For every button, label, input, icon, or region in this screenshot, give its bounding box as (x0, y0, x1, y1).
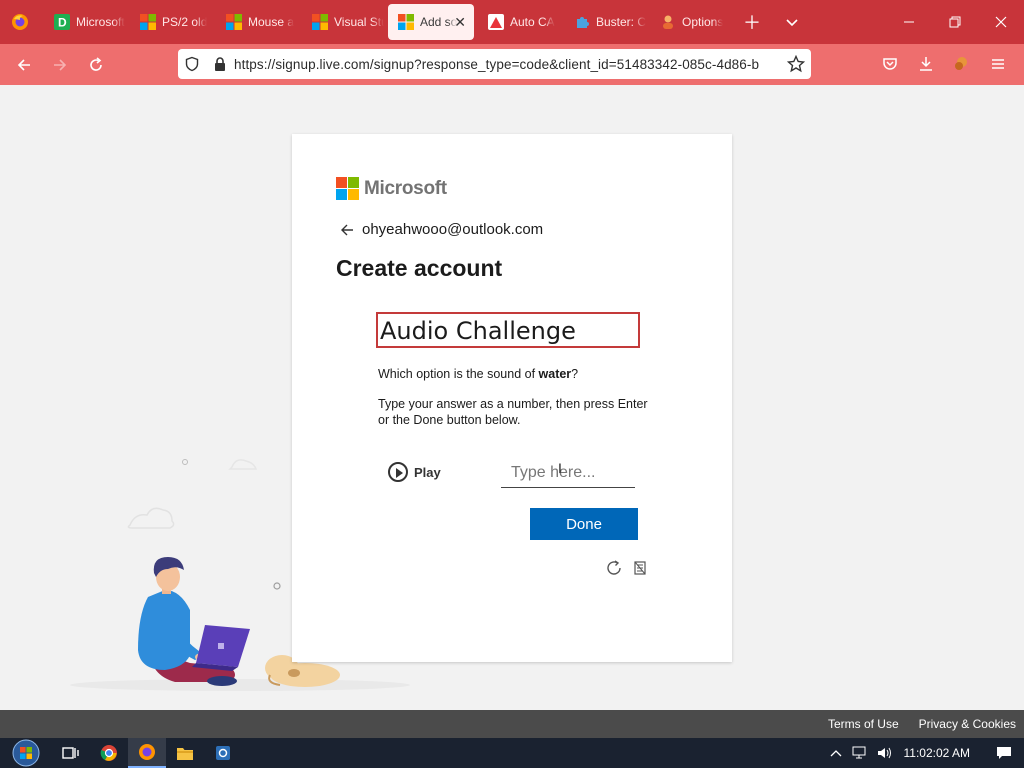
tab-label: Microsoft (76, 15, 125, 29)
list-tabs-chevron-down-icon[interactable] (772, 0, 812, 44)
start-button-windows-icon[interactable] (0, 738, 52, 768)
file-explorer-icon[interactable] (166, 738, 204, 768)
identity-banner[interactable]: ohyeahwooo@outlook.com (340, 221, 543, 238)
puzzle-icon (574, 14, 590, 30)
tab-label: Mouse a (248, 15, 295, 29)
page-footer: Terms of Use Privacy & Cookies (0, 710, 1024, 738)
windows-taskbar: 11:02:02 AM (0, 738, 1024, 768)
close-tab-icon[interactable]: ✕ (454, 14, 466, 31)
tab-mouse[interactable]: Mouse a (216, 4, 298, 40)
play-icon (388, 462, 408, 482)
terms-of-use-link[interactable]: Terms of Use (828, 717, 899, 731)
url-text[interactable]: https://signup.live.com/signup?response_… (234, 57, 774, 72)
browser-tab-bar: D Microsoft PS/2 old Mouse a Visual Stu … (0, 0, 1024, 44)
svg-text:D: D (58, 16, 67, 30)
play-label: Play (414, 464, 441, 480)
shield-icon[interactable] (178, 56, 206, 72)
task-view-icon[interactable] (52, 738, 90, 768)
tab-visual-studio[interactable]: Visual Stu (302, 4, 384, 40)
text-cursor-icon: I (558, 460, 562, 476)
d-app-icon: D (54, 14, 70, 30)
extension-puzzle-icon[interactable] (944, 48, 980, 80)
challenge-instructions: Type your answer as a number, then press… (378, 397, 648, 427)
page-title: Create account (336, 255, 503, 281)
reload-icon[interactable] (78, 49, 114, 81)
question-prefix: Which option is the sound of (378, 367, 539, 381)
identity-email: ohyeahwooo@outlook.com (362, 221, 544, 238)
restore-icon[interactable] (932, 0, 978, 44)
tab-label: Visual Stu (334, 15, 384, 29)
show-hidden-icons-chevron-up-icon[interactable] (824, 738, 848, 768)
forward-arrow-icon[interactable] (42, 49, 78, 81)
tab-label: Options (682, 15, 724, 29)
firefox-icon[interactable] (0, 0, 40, 44)
question-suffix: ? (571, 367, 579, 381)
bookmark-star-icon[interactable] (786, 54, 806, 78)
brand-name: Microsoft (364, 177, 447, 199)
notifications-icon[interactable] (984, 738, 1024, 768)
hamburger-menu-icon[interactable] (980, 48, 1016, 80)
tab-label: Auto CA (510, 15, 555, 29)
volume-icon[interactable] (872, 738, 896, 768)
challenge-question: Which option is the sound of water? (378, 367, 578, 381)
question-keyword: water (538, 367, 572, 381)
network-icon[interactable] (848, 738, 872, 768)
tab-label: Add so (420, 15, 458, 29)
answer-input[interactable] (501, 458, 635, 488)
tab-autocad[interactable]: Auto CA (478, 4, 560, 40)
play-audio-button[interactable]: Play (388, 462, 441, 482)
microsoft-icon (398, 14, 414, 30)
microsoft-logo: Microsoft (336, 177, 447, 200)
navigation-bar: https://signup.live.com/signup?response_… (0, 44, 1024, 85)
new-tab-plus-icon[interactable]: ＋ (732, 0, 772, 44)
signup-card: Microsoft ohyeahwooo@outlook.com Create … (292, 134, 732, 662)
options-icon (660, 14, 676, 30)
microsoft-logo-icon (336, 177, 359, 200)
tab-label: PS/2 old (162, 15, 208, 29)
tab-add-active[interactable]: Add so ✕ (388, 4, 474, 40)
tab-label: Buster: C (596, 15, 646, 29)
close-window-icon[interactable] (978, 0, 1024, 44)
tab-ps2-old[interactable]: PS/2 old (130, 4, 212, 40)
tab-microsoft[interactable]: D Microsoft (44, 4, 126, 40)
microsoft-icon (140, 14, 156, 30)
chrome-icon[interactable] (90, 738, 128, 768)
clock[interactable]: 11:02:02 AM (896, 746, 985, 760)
microsoft-icon (226, 14, 242, 30)
visual-challenge-icon[interactable] (634, 561, 646, 580)
url-bar[interactable]: https://signup.live.com/signup?response_… (178, 49, 811, 79)
downloads-icon[interactable] (908, 48, 944, 80)
audio-challenge-heading-box: Audio Challenge (376, 312, 640, 348)
minimize-icon[interactable] (886, 0, 932, 44)
page-content: Microsoft ohyeahwooo@outlook.com Create … (0, 85, 1024, 710)
new-challenge-refresh-icon[interactable] (605, 559, 623, 582)
privacy-cookies-link[interactable]: Privacy & Cookies (919, 717, 1016, 731)
microsoft-icon (312, 14, 328, 30)
tab-buster[interactable]: Buster: C (564, 4, 646, 40)
firefox-taskbar-icon[interactable] (128, 738, 166, 768)
autocad-icon (488, 14, 504, 30)
lock-icon[interactable] (206, 56, 234, 72)
tab-options[interactable]: Options (650, 4, 732, 40)
pocket-icon[interactable] (872, 48, 908, 80)
audio-challenge-heading: Audio Challenge (380, 317, 576, 345)
system-tray: 11:02:02 AM (824, 738, 1024, 768)
back-arrow-icon[interactable] (340, 223, 354, 237)
app-gear-icon[interactable] (204, 738, 242, 768)
done-button[interactable]: Done (530, 508, 638, 540)
back-arrow-icon[interactable] (6, 49, 42, 81)
